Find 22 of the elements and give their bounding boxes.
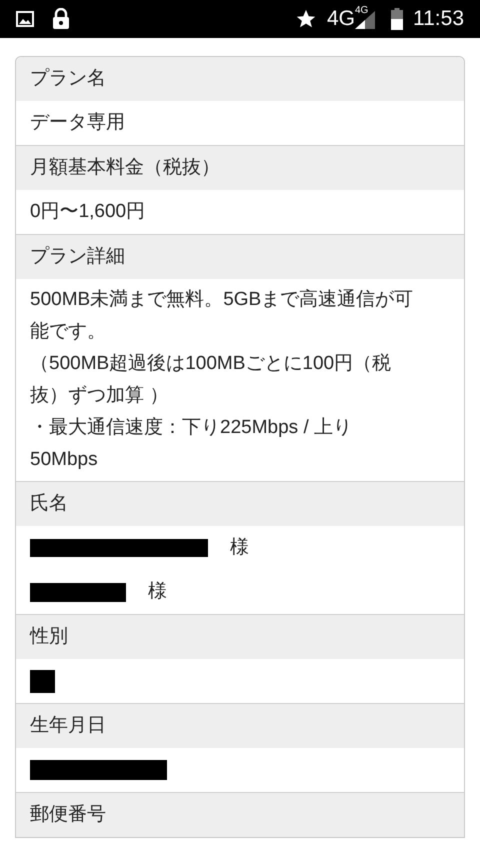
section-title: 郵便番号 xyxy=(30,802,106,827)
field-value: 0円〜1,600円 xyxy=(30,200,146,224)
network-type: 4G xyxy=(355,5,368,17)
lock-icon xyxy=(52,8,70,30)
battery-icon xyxy=(391,8,403,30)
redaction-bar xyxy=(30,670,55,692)
network-type: 4G xyxy=(326,6,355,32)
honorific-suffix: 様 xyxy=(230,536,249,560)
section-title: 氏名 xyxy=(30,492,68,516)
honorific-suffix: 様 xyxy=(148,580,167,604)
section-title: 月額基本料金（税抜） xyxy=(30,156,220,180)
section-title: 性別 xyxy=(30,624,68,649)
star-icon xyxy=(294,8,317,30)
section-title: 生年月日 xyxy=(30,714,106,738)
clock: 11:53 xyxy=(413,6,464,32)
plan-detail-text: （500MB超過後は100MBごとに100円（税抜）ずつ加算 ） xyxy=(30,352,392,408)
section-title: プラン詳細 xyxy=(30,244,125,269)
plan-detail-text: 500MB未満まで無料。5GBまで高速通信が可能です。 xyxy=(30,288,414,344)
image-icon xyxy=(16,11,34,27)
field-value: データ専用 xyxy=(30,110,125,135)
plan-detail-text: ・最大通信速度：下り225Mbps / 上り 50Mbps xyxy=(30,416,353,472)
section-title: プラン名 xyxy=(30,66,106,91)
